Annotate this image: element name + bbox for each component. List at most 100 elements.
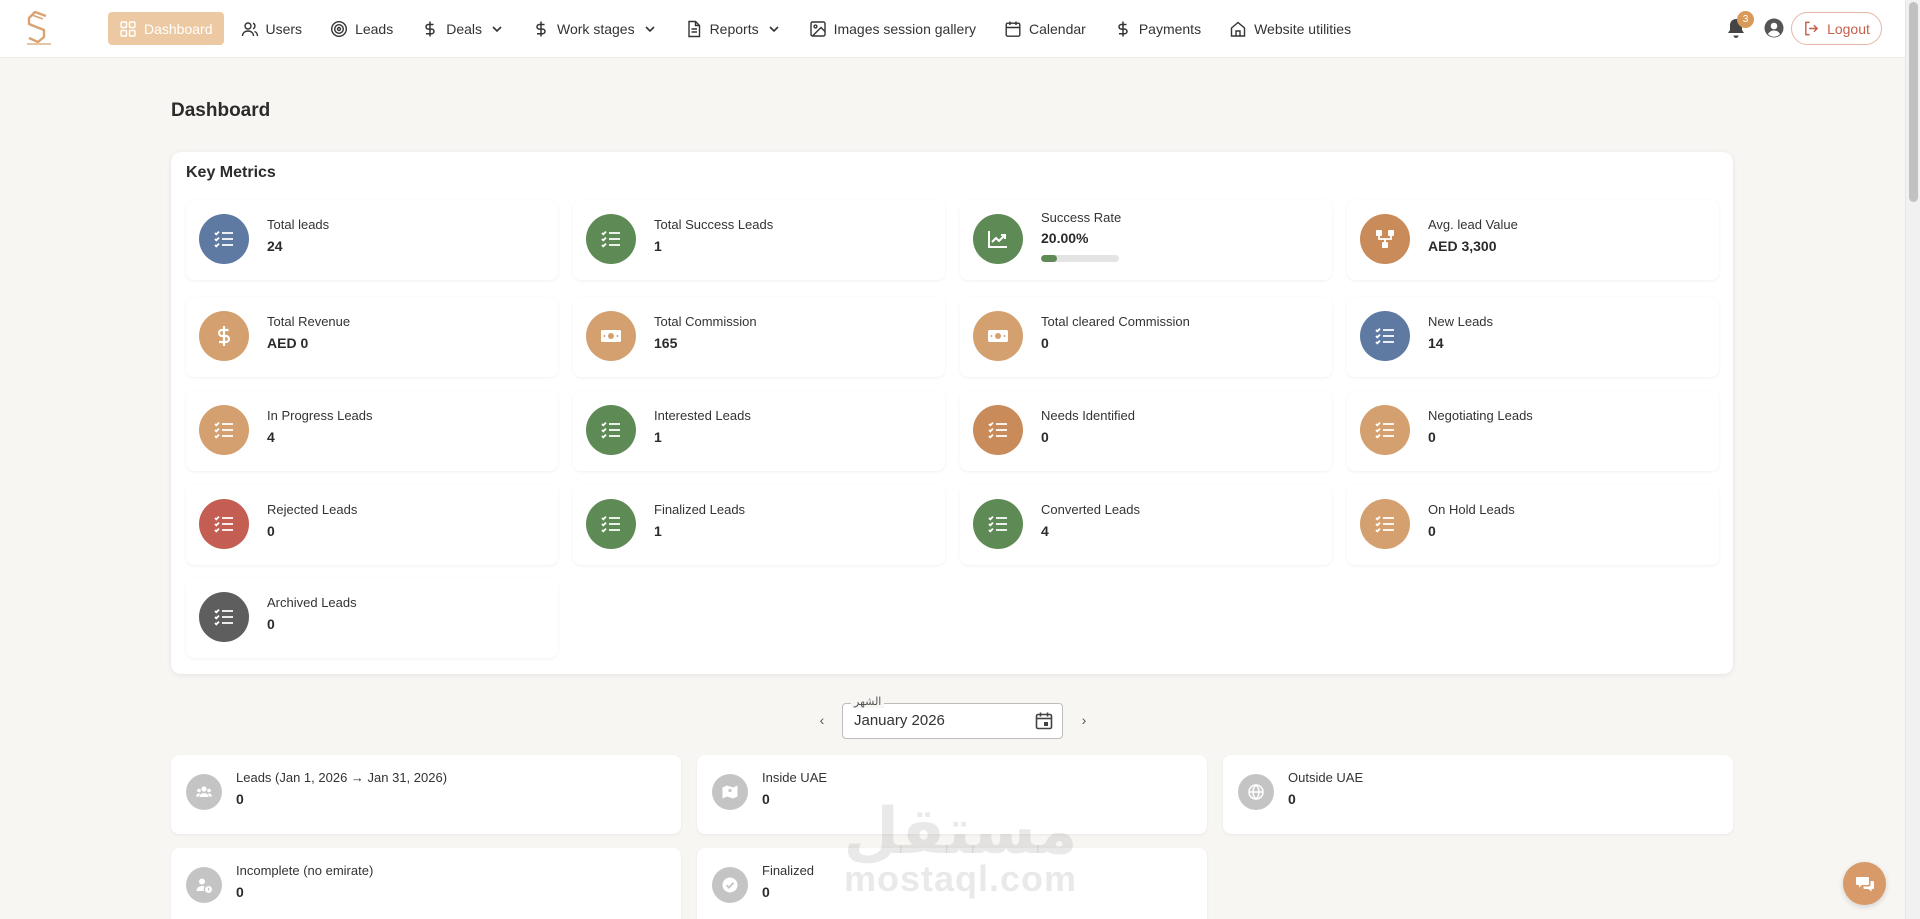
metric-icon-circle [973,499,1023,549]
stat-outside-uae[interactable]: Outside UAE 0 [1223,755,1733,834]
metric-total-revenue[interactable]: Total Revenue AED 0 [186,297,558,377]
globe-icon [1248,783,1264,801]
metric-value: 165 [654,335,678,351]
metric-value: 24 [267,238,283,254]
month-field-value: January 2026 [854,712,945,729]
stat-icon-circle [1238,774,1274,810]
checklist-icon [988,515,1007,533]
dollar-icon [1118,21,1128,36]
scrollbar-thumb[interactable] [1909,2,1918,202]
metric-new-leads[interactable]: New Leads 14 [1347,297,1719,377]
nav-dashboard[interactable]: Dashboard [108,12,224,45]
stat-value: 0 [1288,791,1296,807]
stat-label: Leads (Jan 1, 2026 → Jan 31, 2026) [236,770,448,785]
s-logo-icon[interactable] [24,10,54,46]
nav-leads[interactable]: Leads [319,12,404,45]
page-title: Dashboard [171,100,271,121]
check-circle-icon [722,877,738,893]
nav-images-session-gallery[interactable]: Images session gallery [798,12,987,45]
logout-button[interactable]: Logout [1791,12,1882,45]
checklist-icon [988,421,1007,439]
metric-avg-lead-value[interactable]: Avg. lead Value AED 3,300 [1347,200,1719,280]
main-nav: Dashboard Users Leads Deals Work stages … [108,12,1368,45]
nav-website-utilities[interactable]: Website utilities [1218,12,1362,45]
metric-icon-circle [973,214,1023,264]
nav-leads-label: Leads [355,20,394,37]
metric-archived-leads[interactable]: Archived Leads 0 [186,578,558,658]
nav-work-stages-label: Work stages [557,20,635,37]
metric-total-success-leads[interactable]: Total Success Leads 1 [573,200,945,280]
metric-label: On Hold Leads [1428,502,1515,517]
metric-success-rate[interactable]: Success Rate 20.00% [960,200,1332,280]
metric-label: Total Commission [654,314,757,329]
checklist-icon [214,608,233,626]
user-avatar-icon[interactable] [1764,18,1784,38]
metric-rejected-leads[interactable]: Rejected Leads 0 [186,485,558,565]
nav-work-stages[interactable]: Work stages [521,12,668,45]
stat-inside-uae[interactable]: Inside UAE 0 [697,755,1207,834]
stat-finalized[interactable]: Finalized 0 [697,848,1207,919]
image-icon [809,20,826,37]
metric-negotiating-leads[interactable]: Negotiating Leads 0 [1347,391,1719,471]
metric-total-commission[interactable]: Total Commission 165 [573,297,945,377]
checklist-icon [214,421,233,439]
stat-value: 0 [236,884,244,900]
metric-icon-circle [1360,214,1410,264]
stat-icon-circle [186,867,222,903]
chevron-right-icon[interactable]: › [1077,712,1091,728]
metric-converted-leads[interactable]: Converted Leads 4 [960,485,1332,565]
checklist-icon [214,230,233,248]
metric-icon-circle [586,214,636,264]
metric-value: AED 3,300 [1428,238,1497,254]
metric-in-progress-leads[interactable]: In Progress Leads 4 [186,391,558,471]
stat-icon-circle [712,774,748,810]
page-scrollbar[interactable] [1905,0,1920,919]
metric-icon-circle [199,405,249,455]
metric-value: 4 [1041,523,1049,539]
metric-icon-circle [1360,405,1410,455]
metric-value: 0 [267,616,275,632]
metric-icon-circle [199,214,249,264]
stat-leads-month[interactable]: Leads (Jan 1, 2026 → Jan 31, 2026) 0 [171,755,681,834]
nav-users[interactable]: Users [230,12,314,45]
metric-total-cleared-commission[interactable]: Total cleared Commission 0 [960,297,1332,377]
metric-label: Total cleared Commission [1041,314,1190,329]
metric-value: 0 [1428,523,1436,539]
metric-interested-leads[interactable]: Interested Leads 1 [573,391,945,471]
logout-icon [1805,21,1819,36]
metric-icon-circle [586,499,636,549]
dollar-icon [425,21,435,36]
metric-label: Success Rate [1041,210,1122,225]
home-icon [1230,21,1246,37]
chevron-down-icon [492,25,502,32]
nav-website-utilities-label: Website utilities [1254,20,1352,37]
month-field[interactable]: الشهر January 2026 [842,695,1063,739]
nav-reports[interactable]: Reports [674,12,792,45]
calendar-icon[interactable] [1034,711,1054,731]
metric-label: Needs Identified [1041,408,1135,423]
chevron-left-icon[interactable]: ‹ [815,712,829,728]
metric-icon-circle [199,311,249,361]
nav-deals[interactable]: Deals [410,12,515,45]
metric-label: Rejected Leads [267,502,358,517]
stat-label: Incomplete (no emirate) [236,863,374,878]
nav-deals-label: Deals [446,20,483,37]
metric-finalized-leads[interactable]: Finalized Leads 1 [573,485,945,565]
dollar-icon [217,326,231,346]
stat-value: 0 [762,791,770,807]
nav-calendar[interactable]: Calendar [993,12,1097,45]
metric-on-hold-leads[interactable]: On Hold Leads 0 [1347,485,1719,565]
metric-total-leads[interactable]: Total leads 24 [186,200,558,280]
metric-label: Interested Leads [654,408,751,423]
metric-value: 14 [1428,335,1444,351]
chat-button[interactable] [1843,862,1886,905]
nav-payments[interactable]: Payments [1103,12,1212,45]
checklist-icon [1375,421,1394,439]
dollar-icon [536,21,546,36]
metric-needs-identified[interactable]: Needs Identified 0 [960,391,1332,471]
metric-icon-circle [586,311,636,361]
stat-incomplete[interactable]: Incomplete (no emirate) 0 [171,848,681,919]
stat-value: 0 [236,791,244,807]
stat-icon-circle [712,867,748,903]
metric-icon-circle [973,405,1023,455]
